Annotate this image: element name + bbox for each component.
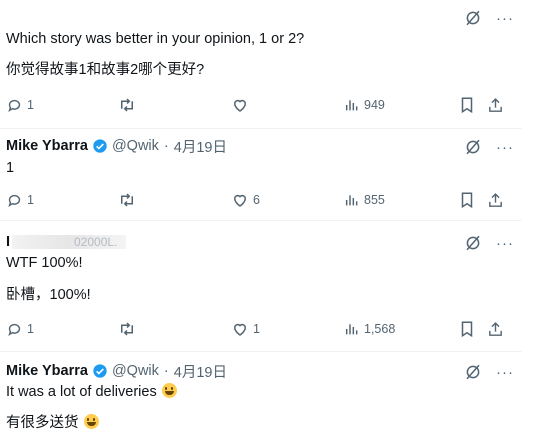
tweet-text: WTF 100%! [6,255,83,271]
author-handle[interactable]: @Qwik [112,138,159,154]
tweet-actions: 1 949 [0,95,522,115]
grok-icon[interactable] [464,363,482,381]
bookmark-button[interactable] [459,95,475,115]
reply-icon [8,194,21,207]
tweet[interactable]: ··· I 02000L. WTF 100%! 卧槽，100%! 1 1 1,5… [0,221,522,351]
more-icon[interactable]: ··· [496,140,514,155]
tweet-date[interactable]: 4月19日 [174,361,227,382]
views-icon [345,100,358,111]
tweet-text: 有很多送货 [6,415,79,431]
author-name[interactable]: Mike Ybarra [6,138,88,154]
verified-badge-icon [92,363,108,379]
bookmark-button[interactable] [459,319,475,339]
like-icon [233,99,247,112]
separator: · [163,363,169,379]
repost-icon [121,193,133,207]
repost-icon [121,98,133,112]
more-icon[interactable]: ··· [496,236,514,251]
tweet-header: Mike Ybarra @Qwik · 4月19日 [6,361,227,381]
views-icon [345,195,358,206]
like-icon [233,194,247,207]
author-name[interactable]: Mike Ybarra [6,363,88,379]
tweet-text: Which story was better in your opinion, … [6,31,305,47]
views-icon [345,324,358,335]
tweet-text: It was a lot of deliveries [6,384,157,400]
views-button[interactable]: 1,568 [344,319,395,339]
tweet-header: Mike Ybarra @Qwik · 4月19日 [6,136,227,156]
tweet[interactable]: ··· Mike Ybarra @Qwik · 4月19日 It was a l… [0,352,522,442]
grok-icon[interactable] [464,9,482,27]
bookmark-icon [461,321,473,338]
bookmark-icon [461,192,473,209]
more-icon[interactable]: ··· [496,365,514,380]
share-icon [489,192,502,207]
tweet[interactable]: ··· Which story was better in your opini… [0,0,522,128]
share-button[interactable] [487,319,504,339]
bookmark-button[interactable] [459,190,475,210]
views-count: 949 [364,98,385,112]
reply-thread: ··· Which story was better in your opini… [0,0,522,442]
share-button[interactable] [487,95,504,115]
reply-icon [8,323,21,336]
grinning-emoji [83,414,99,429]
share-icon [489,97,502,112]
repost-icon [121,322,133,336]
reply-button[interactable]: 1 [6,319,34,339]
grok-icon[interactable] [464,138,482,156]
reply-button[interactable]: 1 [6,95,34,115]
tweet-text: 卧槽，100%! [6,287,91,303]
reply-button[interactable]: 1 [6,190,34,210]
bookmark-icon [461,97,473,114]
tweet-text-line: 有很多送货 [6,411,99,432]
reply-count: 1 [27,322,34,336]
tweet-text: 1 [6,160,15,176]
more-icon[interactable]: ··· [496,11,514,26]
views-button[interactable]: 949 [344,95,385,115]
tweet-actions: 1 1 1,568 [0,319,522,339]
reply-icon [8,99,21,112]
author-handle: 02000L. [74,235,118,249]
like-button[interactable] [231,95,249,115]
reply-count: 1 [27,98,34,112]
share-button[interactable] [487,190,504,210]
reply-count: 1 [27,193,34,207]
author-handle[interactable]: @Qwik [112,363,159,379]
author-name[interactable]: I [6,234,10,250]
repost-button[interactable] [118,95,136,115]
tweet-header: I 02000L. [6,232,127,252]
tweet-text-line: It was a lot of deliveries [6,383,177,400]
like-count: 1 [253,322,260,336]
views-count: 1,568 [364,322,396,336]
tweet-text: 你觉得故事1和故事2哪个更好? [6,62,205,78]
repost-button[interactable] [118,319,136,339]
tweet[interactable]: ··· Mike Ybarra @Qwik · 4月19日 1 1 6 855 [0,129,522,220]
repost-button[interactable] [118,190,136,210]
tweet-date[interactable]: 4月19日 [174,136,227,157]
like-icon [233,323,247,336]
verified-badge-icon [92,138,108,154]
grok-icon[interactable] [464,234,482,252]
grinning-emoji [161,383,177,398]
share-icon [489,321,502,336]
separator: · [163,138,169,154]
like-button[interactable]: 6 [231,190,260,210]
tweet-actions: 1 6 855 [0,190,522,210]
like-count: 6 [253,193,260,207]
like-button[interactable]: 1 [231,319,260,339]
views-button[interactable]: 855 [344,190,385,210]
views-count: 855 [364,193,385,207]
